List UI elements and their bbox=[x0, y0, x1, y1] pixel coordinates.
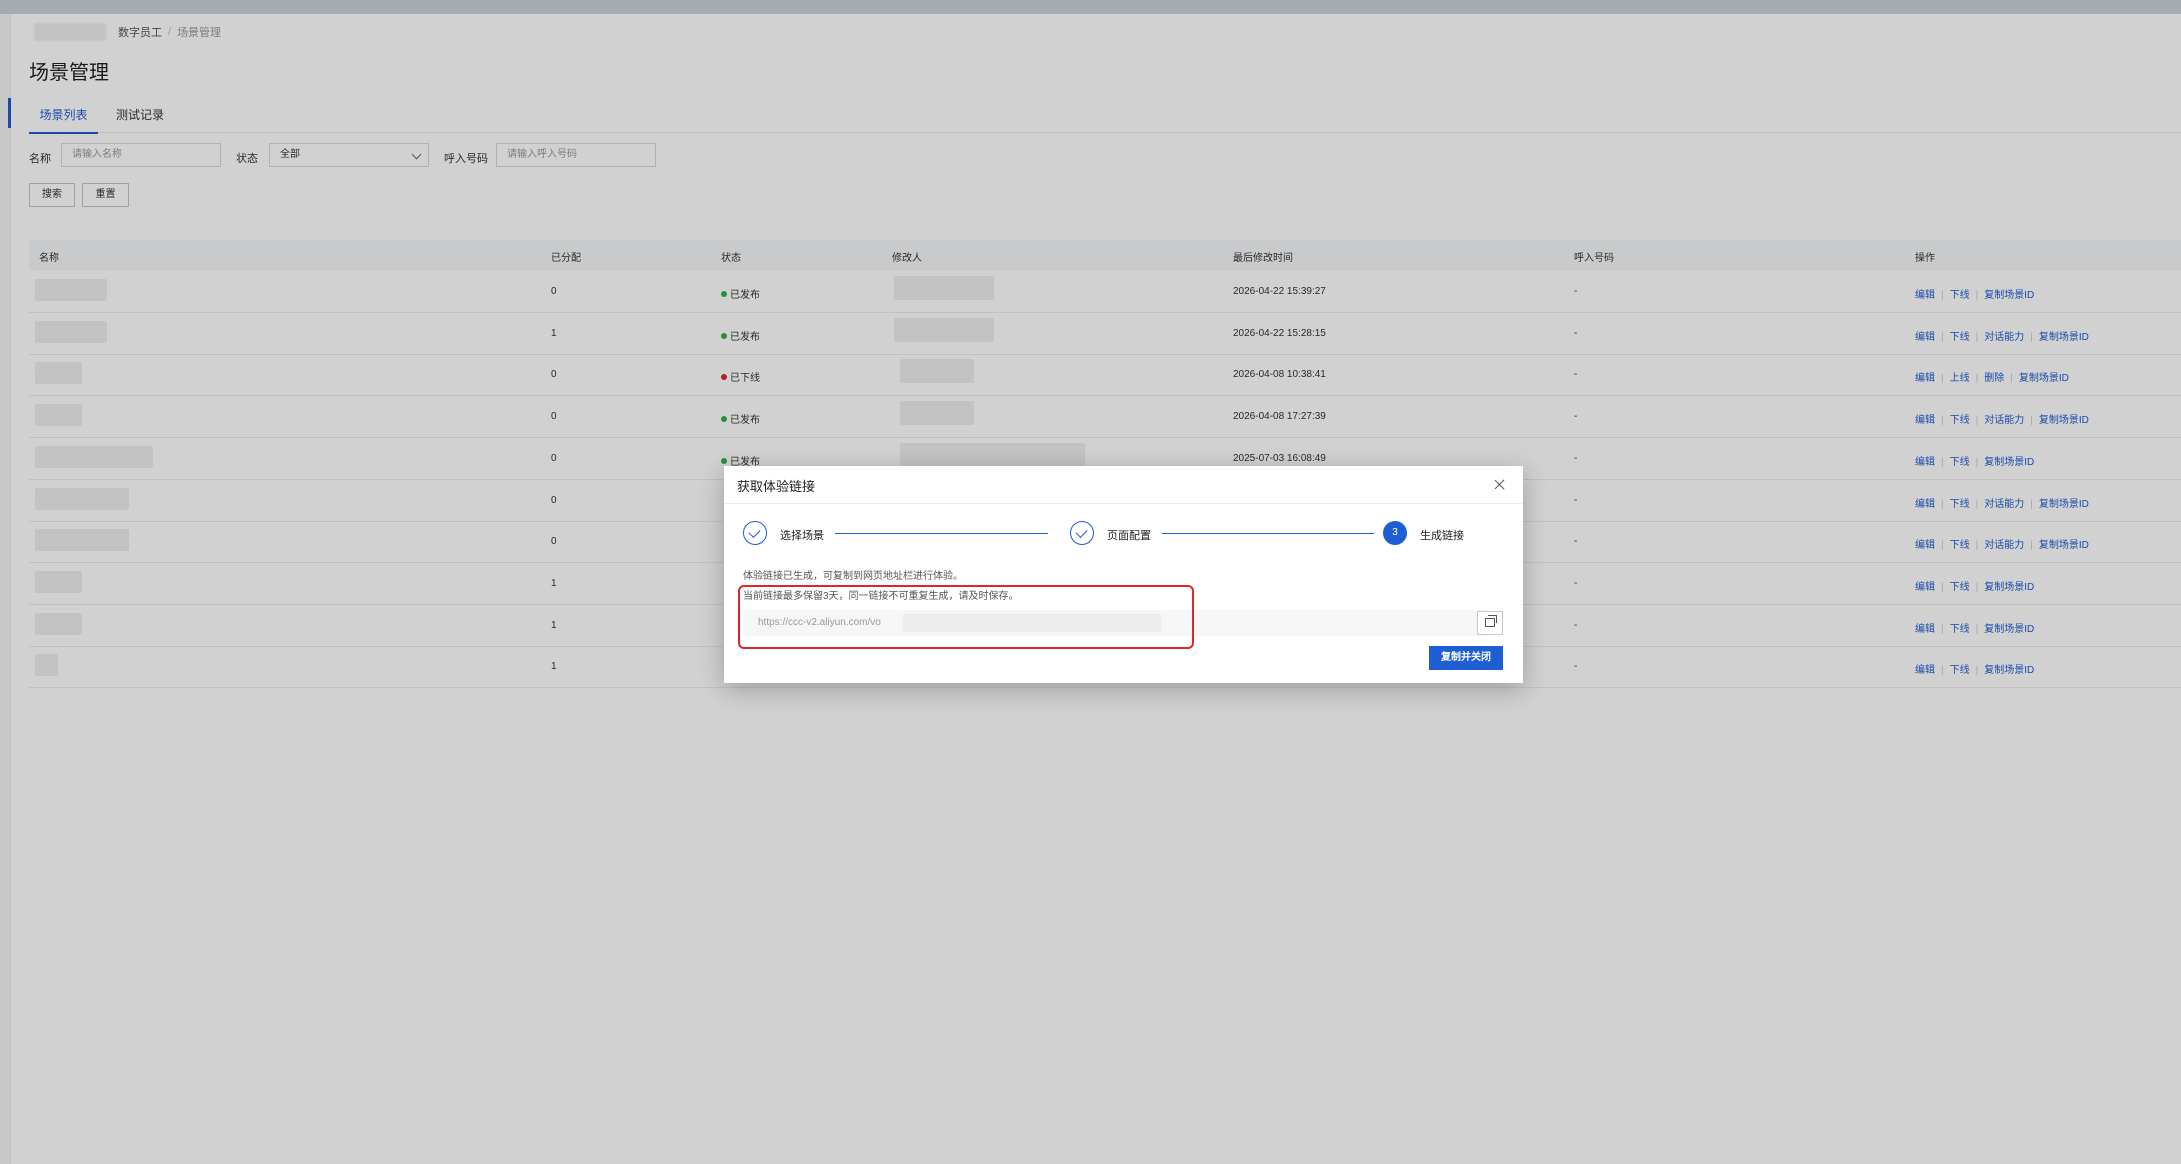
step-1-check-icon bbox=[743, 521, 767, 545]
step-2-check-icon bbox=[1070, 521, 1094, 545]
highlight-annotation bbox=[738, 585, 1194, 649]
step-1-connector bbox=[835, 533, 1048, 534]
step-1-label: 选择场景 bbox=[780, 530, 824, 542]
close-icon[interactable] bbox=[1495, 479, 1505, 489]
step-3-number: 3 bbox=[1383, 521, 1407, 545]
step-2-label: 页面配置 bbox=[1107, 530, 1151, 542]
link-generated-info: 体验链接已生成，可复制到网页地址栏进行体验。 bbox=[743, 571, 963, 582]
modal-title: 获取体验链接 bbox=[737, 479, 816, 494]
copy-link-button[interactable] bbox=[1477, 611, 1503, 635]
modal-header: 获取体验链接 bbox=[724, 466, 1523, 504]
copy-icon bbox=[1485, 615, 1497, 627]
step-2-connector bbox=[1162, 533, 1374, 534]
page: 数字员工 / 场景管理 场景管理 场景列表 测试记录 名称 请输入名称 状态 全… bbox=[0, 0, 2181, 1164]
step-3-label: 生成链接 bbox=[1420, 530, 1464, 542]
get-link-modal: 获取体验链接 选择场景 页面配置 3 生成链接 体验链接已生成，可复制到网页地址… bbox=[724, 466, 1523, 683]
copy-and-close-button[interactable]: 复制并关闭 bbox=[1429, 646, 1503, 670]
